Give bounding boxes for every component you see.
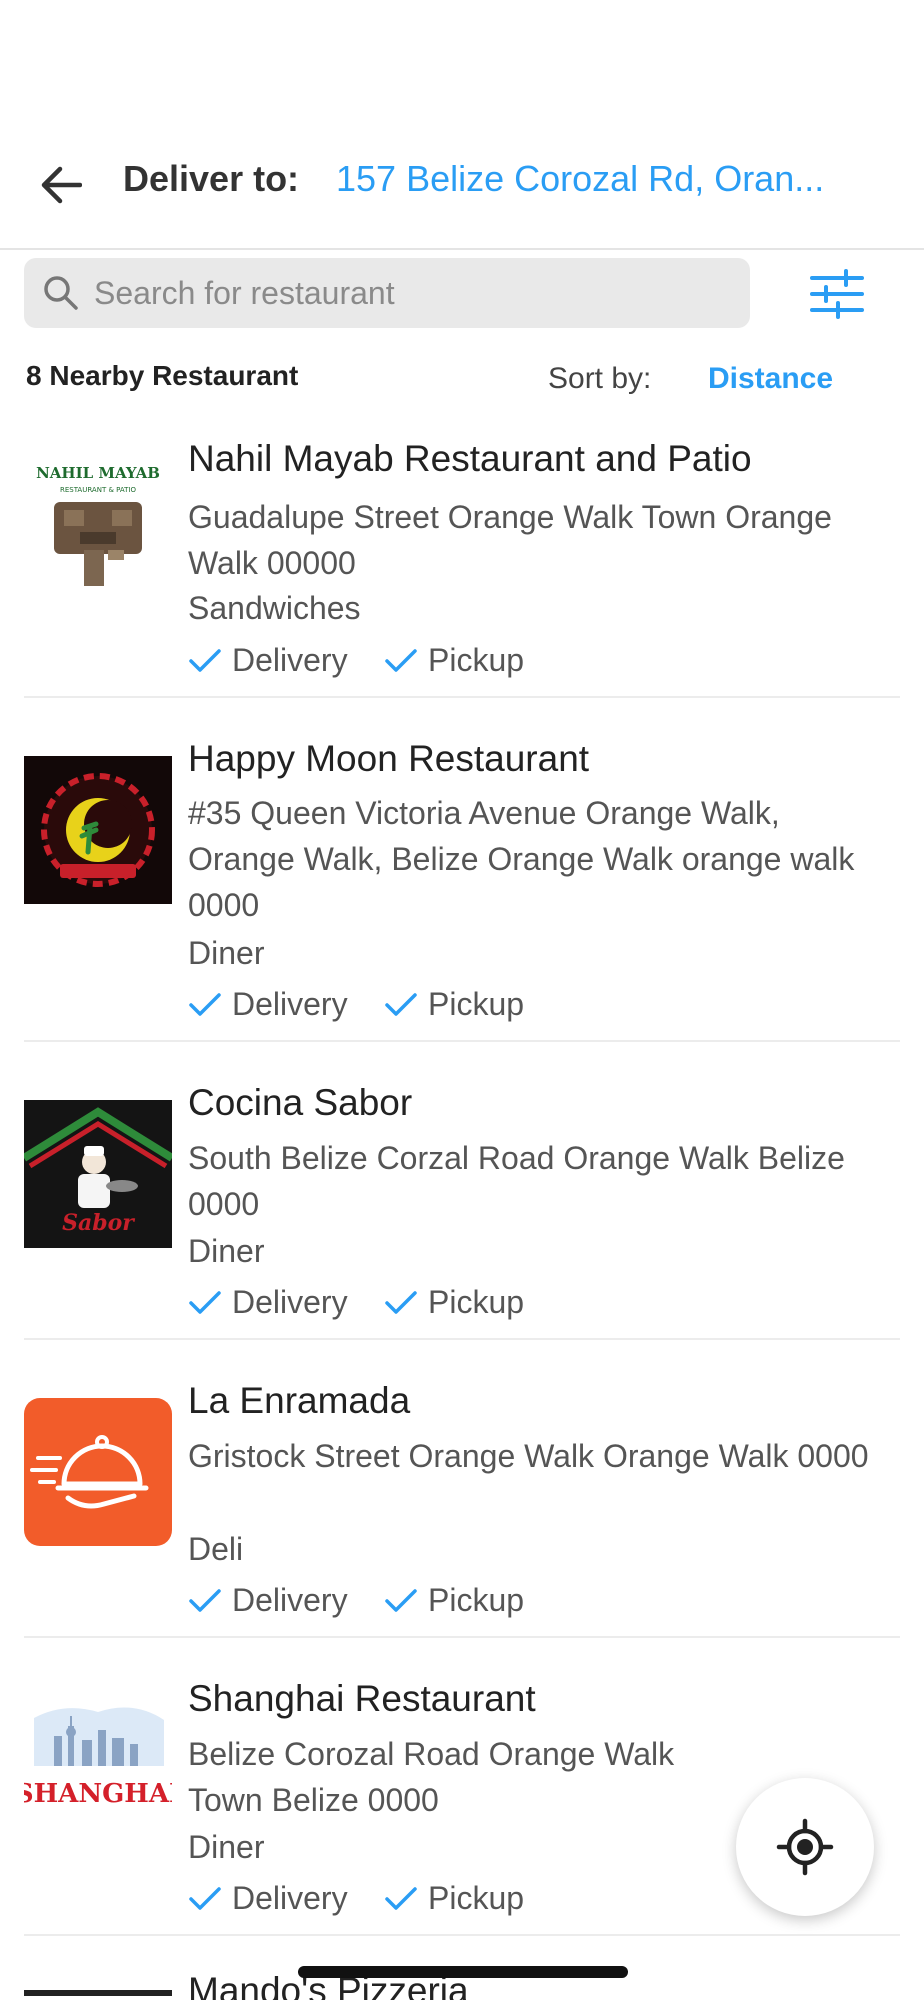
crosshair-location-icon [776, 1818, 834, 1876]
restaurant-name: Nahil Mayab Restaurant and Patio [188, 438, 752, 479]
restaurant-address: #35 Queen Victoria Avenue Orange Walk, O… [188, 795, 855, 923]
svg-text:Sabor: Sabor [62, 1210, 135, 1236]
restaurant-address: Belize Corozal Road Orange Walk Town Bel… [188, 1736, 675, 1818]
search-input[interactable] [94, 258, 734, 328]
restaurant-logo: SHANGHAI [24, 1696, 172, 1844]
divider [24, 696, 900, 698]
restaurant-address: Gristock Street Orange Walk Orange Walk … [188, 1438, 869, 1474]
delivery-label: Delivery [232, 642, 348, 678]
logo-text: SHANGHAI [24, 1779, 172, 1809]
check-icon [189, 1588, 221, 1612]
back-button[interactable] [30, 155, 90, 215]
check-icon [189, 1886, 221, 1910]
restaurant-logo: Sabor [24, 1100, 172, 1248]
restaurant-category: Diner [188, 1233, 265, 1269]
divider [24, 1636, 900, 1638]
restaurant-logo [24, 1398, 172, 1546]
search-icon [44, 276, 78, 310]
check-icon [385, 1290, 417, 1314]
check-icon [385, 992, 417, 1016]
restaurant-count: 8 Nearby Restaurant [26, 360, 299, 391]
pickup-option: Pickup [384, 642, 524, 679]
delivery-option: Delivery [188, 986, 348, 1023]
check-icon [189, 1290, 221, 1314]
delivery-label: Delivery [232, 1284, 348, 1320]
delivery-option: Delivery [188, 642, 348, 679]
logo-subtext: RESTAURANT & PATIO [60, 486, 137, 494]
food-cloche-icon [30, 1435, 149, 1509]
delivery-label: Delivery [232, 1880, 348, 1916]
delivery-address-link[interactable]: 157 Belize Corozal Rd, Oran... [336, 158, 896, 200]
delivery-option: Delivery [188, 1284, 348, 1321]
arrow-left-icon [41, 166, 82, 204]
filter-button[interactable] [808, 268, 866, 320]
restaurant-name: Happy Moon Restaurant [188, 738, 590, 779]
home-indicator[interactable] [298, 1966, 628, 1978]
restaurant-category: Diner [188, 1829, 265, 1865]
restaurant-logo: NAHIL MAYAB RESTAURANT & PATIO [24, 450, 172, 598]
pickup-option: Pickup [384, 1880, 524, 1917]
restaurant-logo [24, 1990, 172, 1996]
delivery-option: Delivery [188, 1880, 348, 1917]
restaurant-address: Guadalupe Street Orange Walk Town Orange… [188, 499, 832, 581]
pickup-label: Pickup [428, 986, 525, 1022]
restaurant-category: Deli [188, 1531, 244, 1567]
pickup-label: Pickup [428, 1284, 525, 1320]
search-bar[interactable] [24, 258, 750, 328]
delivery-label: Delivery [232, 1582, 348, 1618]
check-icon [385, 648, 417, 672]
current-location-button[interactable] [736, 1778, 874, 1916]
pickup-option: Pickup [384, 1582, 524, 1619]
pickup-option: Pickup [384, 986, 524, 1023]
divider [24, 1040, 900, 1042]
restaurant-logo [24, 756, 172, 904]
top-bar: Deliver to: 157 Belize Corozal Rd, Oran.… [0, 130, 924, 250]
restaurant-category: Diner [188, 935, 265, 971]
sliders-icon [810, 269, 864, 319]
pickup-label: Pickup [428, 642, 525, 678]
check-icon [385, 1588, 417, 1612]
delivery-option: Delivery [188, 1582, 348, 1619]
restaurant-name: La Enramada [188, 1380, 411, 1421]
divider [24, 1338, 900, 1340]
deliver-to-label: Deliver to: [123, 158, 300, 199]
sort-dropdown[interactable]: Distance [708, 362, 833, 396]
delivery-label: Delivery [232, 986, 348, 1022]
pickup-label: Pickup [428, 1880, 525, 1916]
restaurant-name: Cocina Sabor [188, 1082, 413, 1123]
restaurant-category: Sandwiches [188, 590, 361, 626]
check-icon [385, 1886, 417, 1910]
pickup-option: Pickup [384, 1284, 524, 1321]
pickup-label: Pickup [428, 1582, 525, 1618]
check-icon [189, 992, 221, 1016]
sort-label: Sort by: [548, 362, 652, 395]
check-icon [189, 648, 221, 672]
logo-text: NAHIL MAYAB [36, 464, 160, 482]
restaurant-name: Shanghai Restaurant [188, 1678, 536, 1719]
restaurant-address: South Belize Corzal Road Orange Walk Bel… [188, 1140, 845, 1222]
divider [24, 1934, 900, 1936]
